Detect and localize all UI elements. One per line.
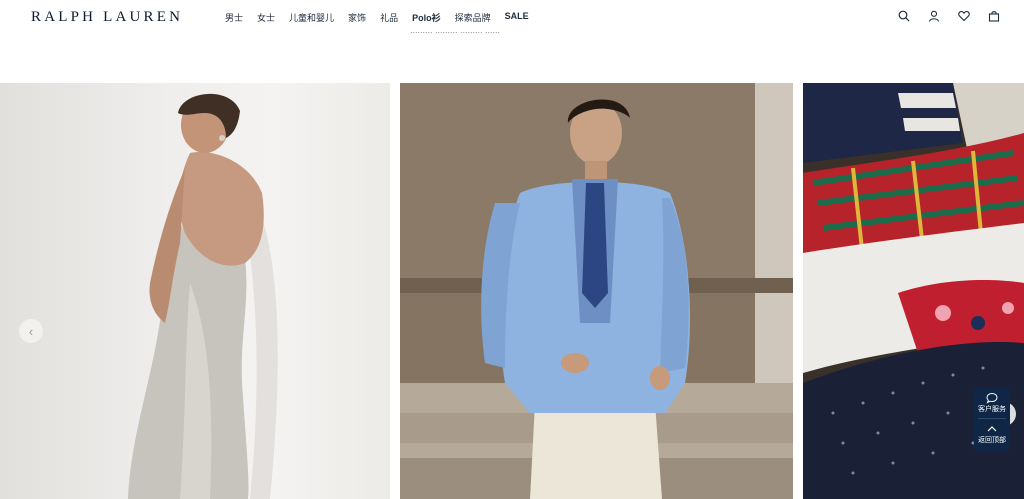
- promo-subtext-cutoff: ......... ......... ......... ......: [410, 30, 501, 35]
- search-icon[interactable]: [898, 10, 910, 22]
- carousel-slide-men[interactable]: [400, 83, 793, 499]
- carousel-slide-women[interactable]: [0, 83, 390, 499]
- account-icon[interactable]: [928, 10, 940, 22]
- wishlist-heart-icon[interactable]: [958, 10, 970, 22]
- header-icons: [898, 10, 1000, 22]
- nav-item-polo[interactable]: Polo衫: [412, 11, 441, 24]
- customer-service-button[interactable]: 客户服务: [978, 392, 1006, 414]
- chat-bubble-icon: [986, 392, 998, 404]
- back-to-top-label: 返回顶部: [978, 437, 1006, 444]
- nav-item-gifts[interactable]: 礼品: [380, 11, 398, 24]
- nav-item-women[interactable]: 女士: [257, 11, 275, 24]
- shopping-bag-icon[interactable]: [988, 10, 1000, 22]
- woman-in-satin-gown-image: [128, 93, 278, 499]
- main-nav: 男士 女士 儿童和婴儿 家饰 礼品 Polo衫 探索品牌 SALE: [225, 11, 543, 24]
- nav-item-explore-brand[interactable]: 探索品牌: [455, 11, 491, 24]
- widget-divider: [978, 418, 1006, 419]
- site-header: RALPH LAUREN 男士 女士 儿童和婴儿 家饰 礼品 Polo衫 探索品…: [0, 0, 1024, 34]
- nav-item-kids[interactable]: 儿童和婴儿: [289, 11, 334, 24]
- customer-service-label: 客户服务: [978, 406, 1006, 413]
- back-to-top-button[interactable]: 返回顶部: [978, 423, 1006, 445]
- nav-item-home[interactable]: 家饰: [348, 11, 366, 24]
- man-in-blue-blazer-image: [400, 83, 793, 499]
- chevron-up-icon: [986, 423, 998, 435]
- nav-item-men[interactable]: 男士: [225, 11, 243, 24]
- carousel-prev-button[interactable]: ‹: [19, 319, 43, 343]
- nav-item-sale[interactable]: SALE: [505, 11, 529, 24]
- brand-logo[interactable]: RALPH LAUREN: [31, 9, 183, 26]
- hero-carousel: ‹ ›: [0, 83, 1024, 499]
- floating-service-widget: 客户服务 返回顶部: [974, 388, 1010, 452]
